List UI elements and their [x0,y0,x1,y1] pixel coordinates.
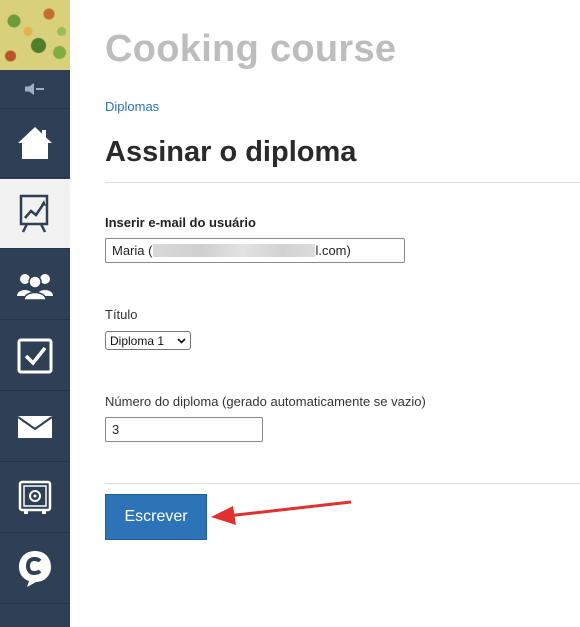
title-select-label: Título [105,307,138,322]
speaker-toggle[interactable] [0,70,70,109]
email-value-prefix: Maria ( [112,243,153,258]
sidebar-item-home[interactable] [0,108,70,178]
sidebar-item-tasks[interactable] [0,321,70,391]
sidebar-item-chat[interactable] [0,534,70,604]
title-select[interactable]: Diploma 1 [105,331,191,350]
page-title: Assinar o diploma [105,136,357,168]
form-divider [105,483,580,484]
presentation-chart-icon [19,194,49,233]
checkbox-icon [17,338,53,373]
speaker-icon [25,83,44,95]
annotation-arrow-icon [211,500,352,525]
sidebar-item-users[interactable] [0,250,70,320]
envelope-icon [17,415,53,438]
logo-image[interactable] [0,0,70,70]
sidebar-item-presentation[interactable] [0,179,70,249]
title-divider [105,182,580,183]
title-select-value: Diploma 1 [110,333,165,348]
number-field[interactable]: 3 [105,417,263,442]
chat-c-icon [19,550,51,587]
sidebar [0,0,70,627]
number-label: Número do diploma (gerado automaticament… [105,394,426,409]
email-label: Inserir e-mail do usuário [105,215,256,230]
email-value-suffix: l.com) [315,243,351,258]
home-icon [18,126,52,159]
app-title: Cooking course [105,28,397,70]
breadcrumb-diplomas[interactable]: Diplomas [105,99,159,114]
redacted-email-mask [153,244,316,257]
chevron-down-icon [177,337,186,344]
safe-icon [18,480,52,514]
sidebar-item-safe[interactable] [0,463,70,533]
submit-button[interactable]: Escrever [105,494,207,540]
users-icon [17,273,53,300]
email-field[interactable]: Maria ( l.com) [105,238,405,263]
sidebar-item-messages[interactable] [0,392,70,462]
number-field-value: 3 [112,422,120,437]
